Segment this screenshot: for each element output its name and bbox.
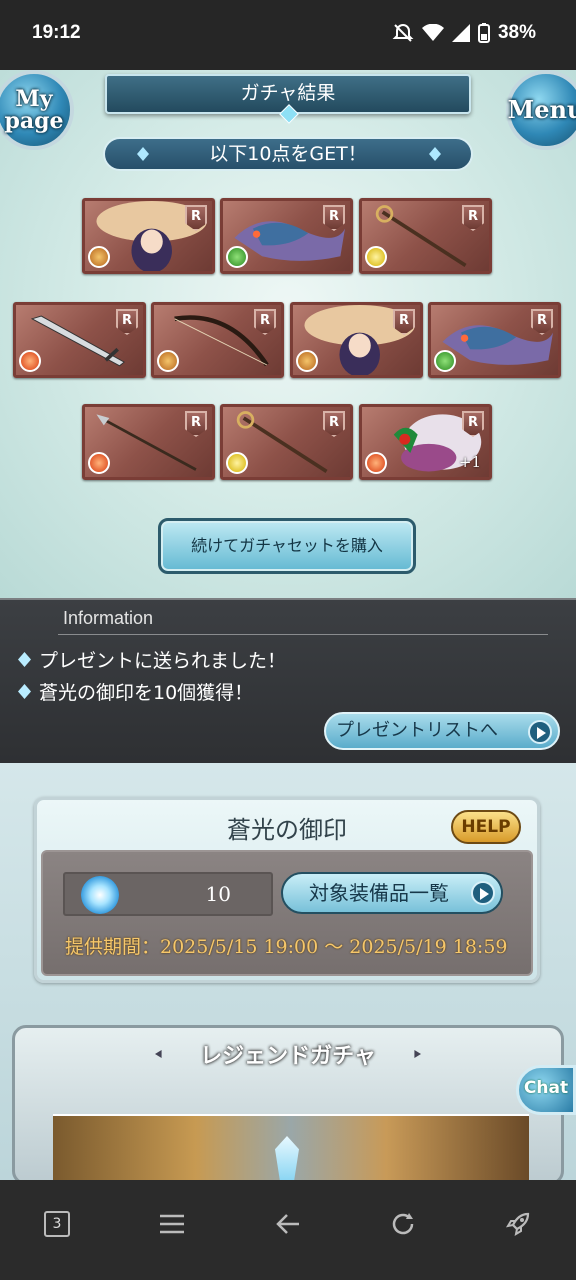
gacha-result-area: My page ガチャ結果 Menu 以下10点をGET！ RRRRRRRRRR… [0, 70, 576, 598]
result-card[interactable]: R [151, 302, 284, 378]
diamond-bullet-icon [18, 684, 31, 699]
seal-panel: 蒼光の御印 HELP 10 対象装備品一覧 提供期間：2025/5/15 19:… [34, 797, 540, 983]
buy-again-button[interactable]: 続けてガチャセットを購入 [158, 518, 416, 574]
fire-element-icon [88, 452, 110, 474]
earth-element-icon [296, 350, 318, 372]
wind-element-icon [226, 246, 248, 268]
equipment-list-button[interactable]: 対象装備品一覧 [281, 872, 503, 914]
chat-button[interactable]: Chat [516, 1065, 576, 1115]
seal-count-box: 10 [63, 872, 273, 916]
seal-section: 蒼光の御印 HELP 10 対象装備品一覧 提供期間：2025/5/15 19:… [0, 763, 576, 1180]
plus-count: +1 [458, 453, 481, 471]
crystal-icon [275, 1136, 299, 1180]
result-banner: 以下10点をGET！ [103, 137, 473, 171]
earth-element-icon [88, 246, 110, 268]
battery-percent: 38% [497, 22, 536, 43]
gem-icon [429, 147, 441, 161]
divider [58, 634, 548, 635]
wind-element-icon [434, 350, 456, 372]
status-bar: 19:12 38% [0, 0, 576, 70]
information-item: 蒼光の御印を10個獲得！ [18, 678, 253, 705]
fire-element-icon [365, 452, 387, 474]
status-icons: 38% [392, 22, 536, 44]
present-list-label: プレゼントリストへ [336, 720, 498, 741]
reload-icon[interactable] [379, 1200, 427, 1248]
page-title: ガチャ結果 [105, 74, 471, 114]
menu-button[interactable]: Menu [506, 70, 576, 150]
menu-icon[interactable] [148, 1200, 196, 1248]
seal-icon [81, 876, 119, 914]
status-time: 19:12 [32, 22, 81, 43]
seal-count: 10 [205, 882, 231, 906]
result-card[interactable]: R +1 [359, 404, 492, 480]
result-card[interactable]: R [428, 302, 561, 378]
information-item: プレゼントに送られました！ [18, 646, 286, 673]
arrow-right-icon [471, 881, 495, 905]
result-card[interactable]: R [82, 198, 215, 274]
information-item-text: プレゼントに送られました！ [39, 650, 287, 672]
result-card[interactable]: R [220, 198, 353, 274]
information-title: Information [63, 608, 154, 628]
arrow-right-icon [528, 720, 552, 744]
present-list-button[interactable]: プレゼントリストへ [324, 712, 560, 750]
wifi-icon [421, 24, 444, 41]
offer-period: 提供期間：2025/5/15 19:00 〜 2025/5/19 18:59 [65, 936, 508, 958]
light-element-icon [226, 452, 248, 474]
result-card[interactable]: R [13, 302, 146, 378]
tabs-button[interactable]: 3 [33, 1200, 81, 1248]
light-element-icon [365, 246, 387, 268]
legend-gacha-panel[interactable]: レジェンドガチャ [12, 1025, 564, 1180]
result-card[interactable]: R [290, 302, 423, 378]
information-item-text: 蒼光の御印を10個獲得！ [39, 682, 254, 704]
game-screen: My page ガチャ結果 Menu 以下10点をGET！ RRRRRRRRRR… [0, 70, 576, 1180]
equipment-list-label: 対象装備品一覧 [309, 881, 449, 905]
back-icon[interactable] [264, 1200, 312, 1248]
browser-nav-bar: 3 [0, 1180, 576, 1280]
legend-gacha-title: レジェンドガチャ [200, 1044, 376, 1069]
diamond-bullet-icon [18, 652, 31, 667]
result-card[interactable]: R [220, 404, 353, 480]
battery-icon [477, 23, 490, 43]
result-card[interactable]: R [82, 404, 215, 480]
legend-banner-image[interactable] [53, 1114, 529, 1180]
information-panel: Information プレゼントに送られました！ 蒼光の御印を10個獲得！ プ… [0, 598, 576, 763]
gem-icon [137, 147, 149, 161]
fire-element-icon [19, 350, 41, 372]
tabs-count: 3 [44, 1211, 70, 1237]
seal-info-box: 10 対象装備品一覧 提供期間：2025/5/15 19:00 〜 2025/5… [41, 850, 533, 976]
rocket-icon[interactable] [494, 1200, 542, 1248]
mypage-button[interactable]: My page [0, 70, 74, 150]
help-button[interactable]: HELP [451, 810, 521, 844]
earth-element-icon [157, 350, 179, 372]
mute-icon [392, 23, 414, 42]
signal-icon [451, 24, 470, 42]
result-banner-text: 以下10点をGET！ [209, 143, 367, 165]
result-card[interactable]: R [359, 198, 492, 274]
